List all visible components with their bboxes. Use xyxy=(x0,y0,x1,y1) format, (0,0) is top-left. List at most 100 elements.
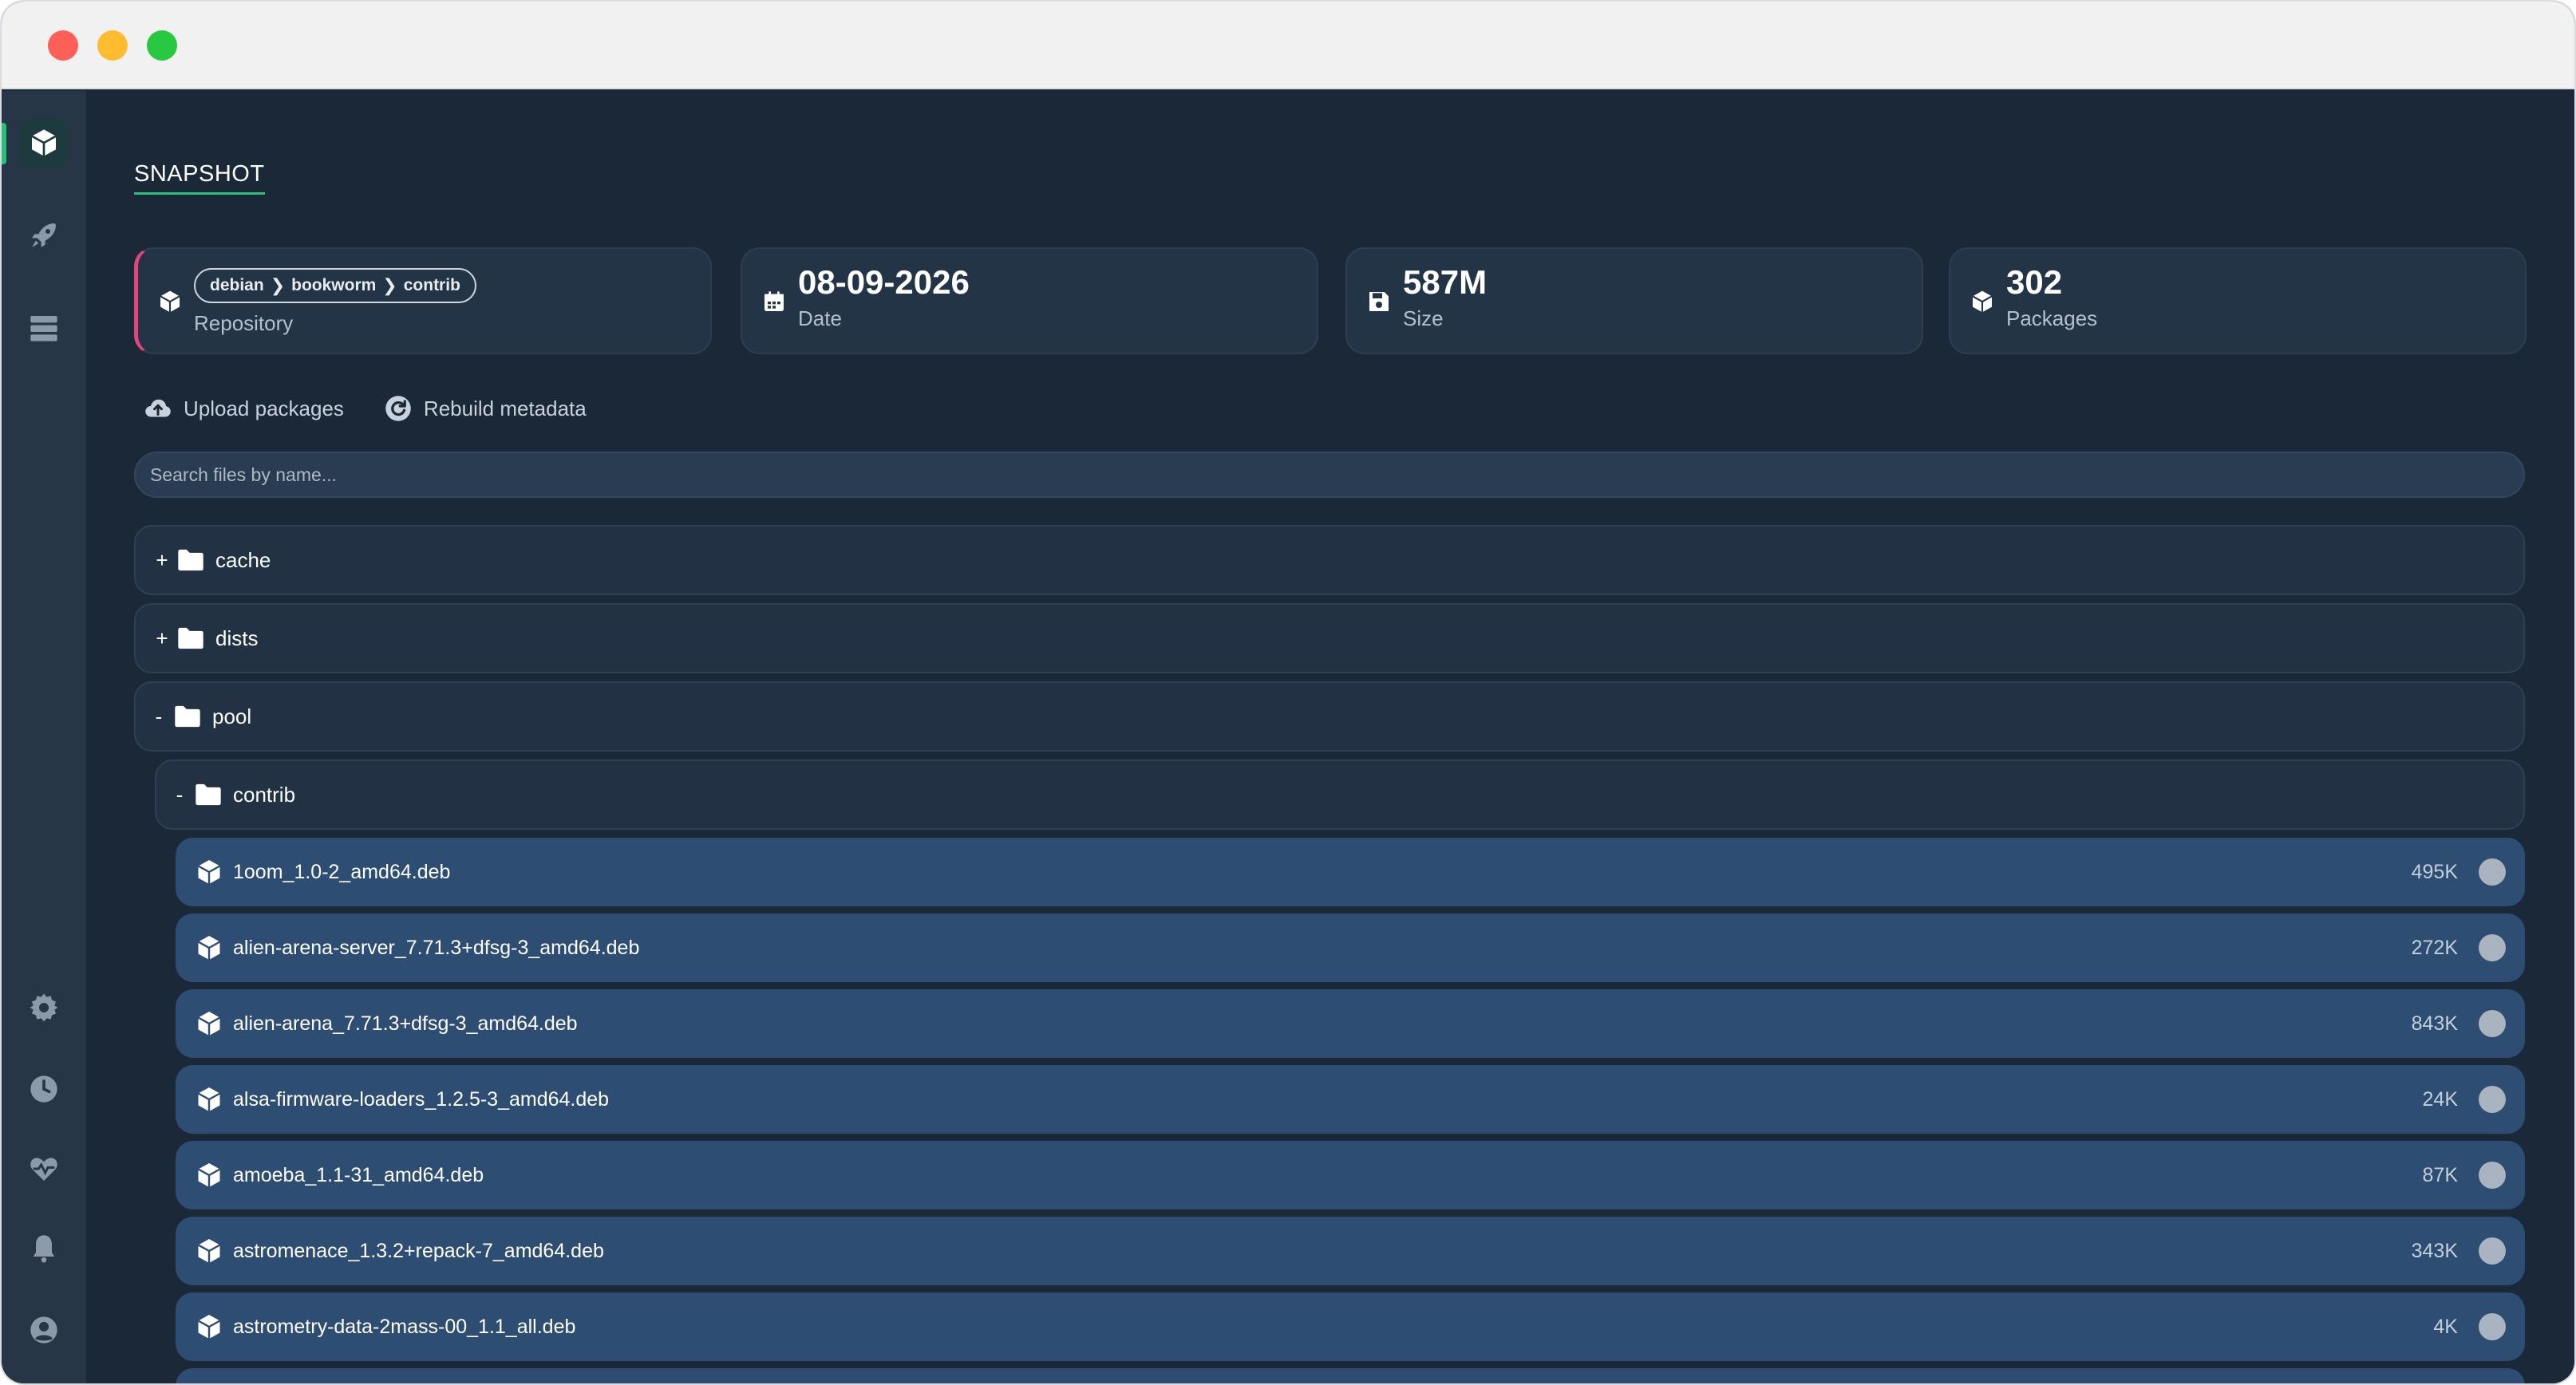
file-row-partial[interactable] xyxy=(176,1368,2525,1383)
collapse-toggle[interactable]: - xyxy=(150,704,168,729)
folder-row-pool[interactable]: - pool xyxy=(134,681,2525,752)
expand-toggle[interactable]: + xyxy=(153,548,171,573)
package-count: 302 xyxy=(2006,263,2063,301)
file-name: amoeba_1.1-31_amd64.deb xyxy=(233,1163,484,1186)
package-icon xyxy=(31,129,57,156)
file-name: astrometry-data-2mass-00_1.1_all.deb xyxy=(233,1315,576,1338)
file-size: 24K xyxy=(2422,1087,2458,1111)
calendar-icon xyxy=(765,291,784,311)
file-size: 843K xyxy=(2411,1012,2458,1035)
file-row[interactable]: alien-arena_7.71.3+dfsg-3_amd64.deb 843K xyxy=(176,989,2525,1058)
sidebar-item-history[interactable] xyxy=(19,1064,69,1114)
package-icon xyxy=(197,1315,221,1339)
sidebar xyxy=(2,91,86,1383)
sidebar-item-notifications[interactable] xyxy=(19,1224,69,1273)
heartbeat-icon xyxy=(30,1158,57,1181)
folder-name: cache xyxy=(215,547,271,572)
server-icon xyxy=(30,316,57,341)
file-row[interactable]: astrometry-data-2mass-00_1.1_all.deb 4K xyxy=(176,1292,2525,1361)
package-icon xyxy=(197,1239,221,1263)
package-icon xyxy=(160,290,180,313)
breadcrumb-component[interactable]: contrib xyxy=(404,276,460,295)
folder-icon xyxy=(196,783,221,806)
search-input[interactable] xyxy=(134,452,2525,498)
folder-icon xyxy=(175,705,200,728)
close-window-button[interactable] xyxy=(48,30,78,61)
breadcrumb-separator: ❯ xyxy=(382,275,397,295)
maximize-window-button[interactable] xyxy=(147,30,177,61)
folder-icon xyxy=(178,549,203,571)
cloud-upload-icon xyxy=(145,399,171,417)
packages-label: Packages xyxy=(2006,306,2098,330)
file-row[interactable]: amoeba_1.1-31_amd64.deb 87K xyxy=(176,1141,2525,1209)
sidebar-item-health[interactable] xyxy=(19,1144,69,1194)
rebuild-metadata-label: Rebuild metadata xyxy=(423,396,587,420)
package-icon xyxy=(1972,290,1993,313)
select-toggle[interactable] xyxy=(2479,1010,2506,1037)
action-bar: Upload packages Rebuild metadata xyxy=(144,394,587,423)
sidebar-item-servers[interactable] xyxy=(19,303,69,353)
package-icon xyxy=(197,1012,221,1036)
snapshot-date: 08-09-2026 xyxy=(798,263,970,301)
file-row[interactable]: alsa-firmware-loaders_1.2.5-3_amd64.deb … xyxy=(176,1065,2525,1134)
select-toggle[interactable] xyxy=(2479,1313,2506,1340)
folder-row-contrib[interactable]: - contrib xyxy=(155,760,2525,830)
repository-breadcrumb: debian ❯ bookworm ❯ contrib xyxy=(194,268,476,303)
file-name: alien-arena_7.71.3+dfsg-3_amd64.deb xyxy=(233,1012,578,1035)
select-toggle[interactable] xyxy=(2479,1237,2506,1265)
file-size: 495K xyxy=(2411,860,2458,883)
folder-row-dists[interactable]: + dists xyxy=(134,603,2525,673)
app-window: SNAPSHOT debian ❯ bookworm ❯ contrib Rep… xyxy=(2,2,2574,1383)
clock-icon xyxy=(30,1075,57,1103)
floppy-disk-icon xyxy=(1369,292,1389,311)
rocket-icon xyxy=(32,223,56,247)
sidebar-item-account[interactable] xyxy=(19,1305,69,1355)
collapse-toggle[interactable]: - xyxy=(171,783,188,807)
folder-row-cache[interactable]: + cache xyxy=(134,525,2525,595)
sidebar-item-deploy[interactable] xyxy=(19,211,69,260)
sidebar-item-snapshots[interactable] xyxy=(19,118,69,168)
file-size: 343K xyxy=(2411,1239,2458,1262)
file-name: alsa-firmware-loaders_1.2.5-3_amd64.deb xyxy=(233,1087,610,1111)
size-label: Size xyxy=(1403,306,1444,330)
minimize-window-button[interactable] xyxy=(97,30,128,61)
packages-card: 302 Packages xyxy=(1949,247,2527,354)
sidebar-active-indicator xyxy=(2,123,6,164)
file-size: 87K xyxy=(2422,1163,2458,1186)
breadcrumb-release[interactable]: bookworm xyxy=(291,276,376,295)
select-toggle[interactable] xyxy=(2479,1086,2506,1113)
bell-icon xyxy=(33,1235,55,1263)
snapshot-size: 587M xyxy=(1403,263,1488,301)
date-card: 08-09-2026 Date xyxy=(741,247,1318,354)
date-label: Date xyxy=(798,306,842,330)
file-name: astromenace_1.3.2+repack-7_amd64.deb xyxy=(233,1239,604,1262)
file-name: alien-arena-server_7.71.3+dfsg-3_amd64.d… xyxy=(233,936,640,959)
file-row[interactable]: alien-arena-server_7.71.3+dfsg-3_amd64.d… xyxy=(176,913,2525,982)
file-row[interactable]: 1oom_1.0-2_amd64.deb 495K xyxy=(176,838,2525,906)
package-icon xyxy=(197,1163,221,1187)
package-icon xyxy=(197,860,221,884)
file-size: 272K xyxy=(2411,936,2458,959)
tab-snapshot[interactable]: SNAPSHOT xyxy=(134,161,265,195)
package-icon xyxy=(197,1087,221,1111)
file-row[interactable]: astromenace_1.3.2+repack-7_amd64.deb 343… xyxy=(176,1217,2525,1285)
repository-card: debian ❯ bookworm ❯ contrib Repository xyxy=(134,247,712,354)
main-content: SNAPSHOT debian ❯ bookworm ❯ contrib Rep… xyxy=(86,91,2574,1383)
folder-name: pool xyxy=(212,704,252,728)
repository-label: Repository xyxy=(194,311,294,335)
expand-toggle[interactable]: + xyxy=(153,626,171,651)
select-toggle[interactable] xyxy=(2479,934,2506,961)
upload-packages-label: Upload packages xyxy=(184,396,344,420)
sidebar-item-settings[interactable] xyxy=(19,983,69,1032)
gear-icon xyxy=(30,993,58,1022)
rebuild-metadata-button[interactable]: Rebuild metadata xyxy=(384,394,587,423)
select-toggle[interactable] xyxy=(2479,1162,2506,1189)
file-name: 1oom_1.0-2_amd64.deb xyxy=(233,860,451,883)
folder-name: dists xyxy=(215,625,259,650)
file-size: 4K xyxy=(2433,1315,2458,1338)
select-toggle[interactable] xyxy=(2479,858,2506,886)
breadcrumb-distro[interactable]: debian xyxy=(210,276,264,295)
upload-packages-button[interactable]: Upload packages xyxy=(144,394,344,423)
title-bar xyxy=(2,2,2574,89)
user-icon xyxy=(30,1316,57,1344)
